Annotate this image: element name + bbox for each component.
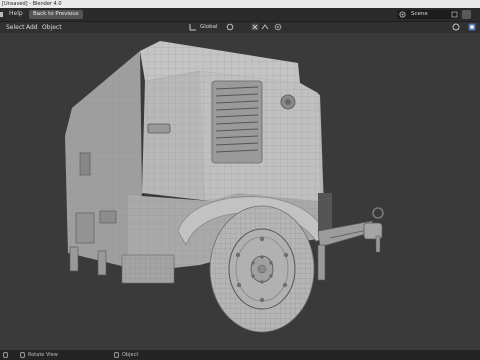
- scene-selector[interactable]: Scene: [397, 10, 459, 19]
- mouse-middle-icon: [20, 352, 25, 358]
- scene-icon: [399, 11, 406, 18]
- menu-icon[interactable]: [0, 12, 3, 17]
- status-rotate-view: Rotate View: [28, 352, 58, 358]
- transform-orientation-dropdown[interactable]: Global: [200, 23, 218, 32]
- 3d-viewport[interactable]: [0, 33, 480, 350]
- trailer-generator-model: [65, 41, 384, 333]
- snap-icon[interactable]: [251, 23, 259, 31]
- window-titlebar: [Unsaved] - Blender 4.0: [0, 0, 480, 8]
- transform-orientation-icon[interactable]: [189, 23, 197, 31]
- shading-icon[interactable]: [468, 23, 476, 31]
- snap-target-icon[interactable]: [261, 23, 269, 31]
- scene-copy-icon[interactable]: [451, 11, 458, 18]
- back-to-previous-button[interactable]: Back to Previous: [29, 10, 83, 19]
- pivot-icon[interactable]: [226, 23, 234, 31]
- proportional-edit-icon[interactable]: [274, 23, 282, 31]
- top-bar: Help Back to Previous Scene: [0, 8, 480, 22]
- object-menu[interactable]: Object: [42, 23, 62, 32]
- mouse-left-icon: [3, 352, 8, 358]
- view-layer-icon[interactable]: [462, 10, 471, 19]
- overlay-icon[interactable]: [452, 23, 460, 31]
- status-object: Object: [122, 352, 139, 358]
- status-bar: Rotate View Object: [0, 350, 480, 360]
- select-menu[interactable]: Select: [6, 23, 25, 32]
- mouse-right-icon: [114, 352, 119, 358]
- help-menu[interactable]: Help: [9, 10, 23, 18]
- scene-name: Scene: [411, 11, 428, 17]
- add-menu[interactable]: Add: [26, 23, 38, 32]
- window-title: [Unsaved] - Blender 4.0: [2, 1, 62, 7]
- viewport-header: Select Add Object Global: [0, 22, 480, 33]
